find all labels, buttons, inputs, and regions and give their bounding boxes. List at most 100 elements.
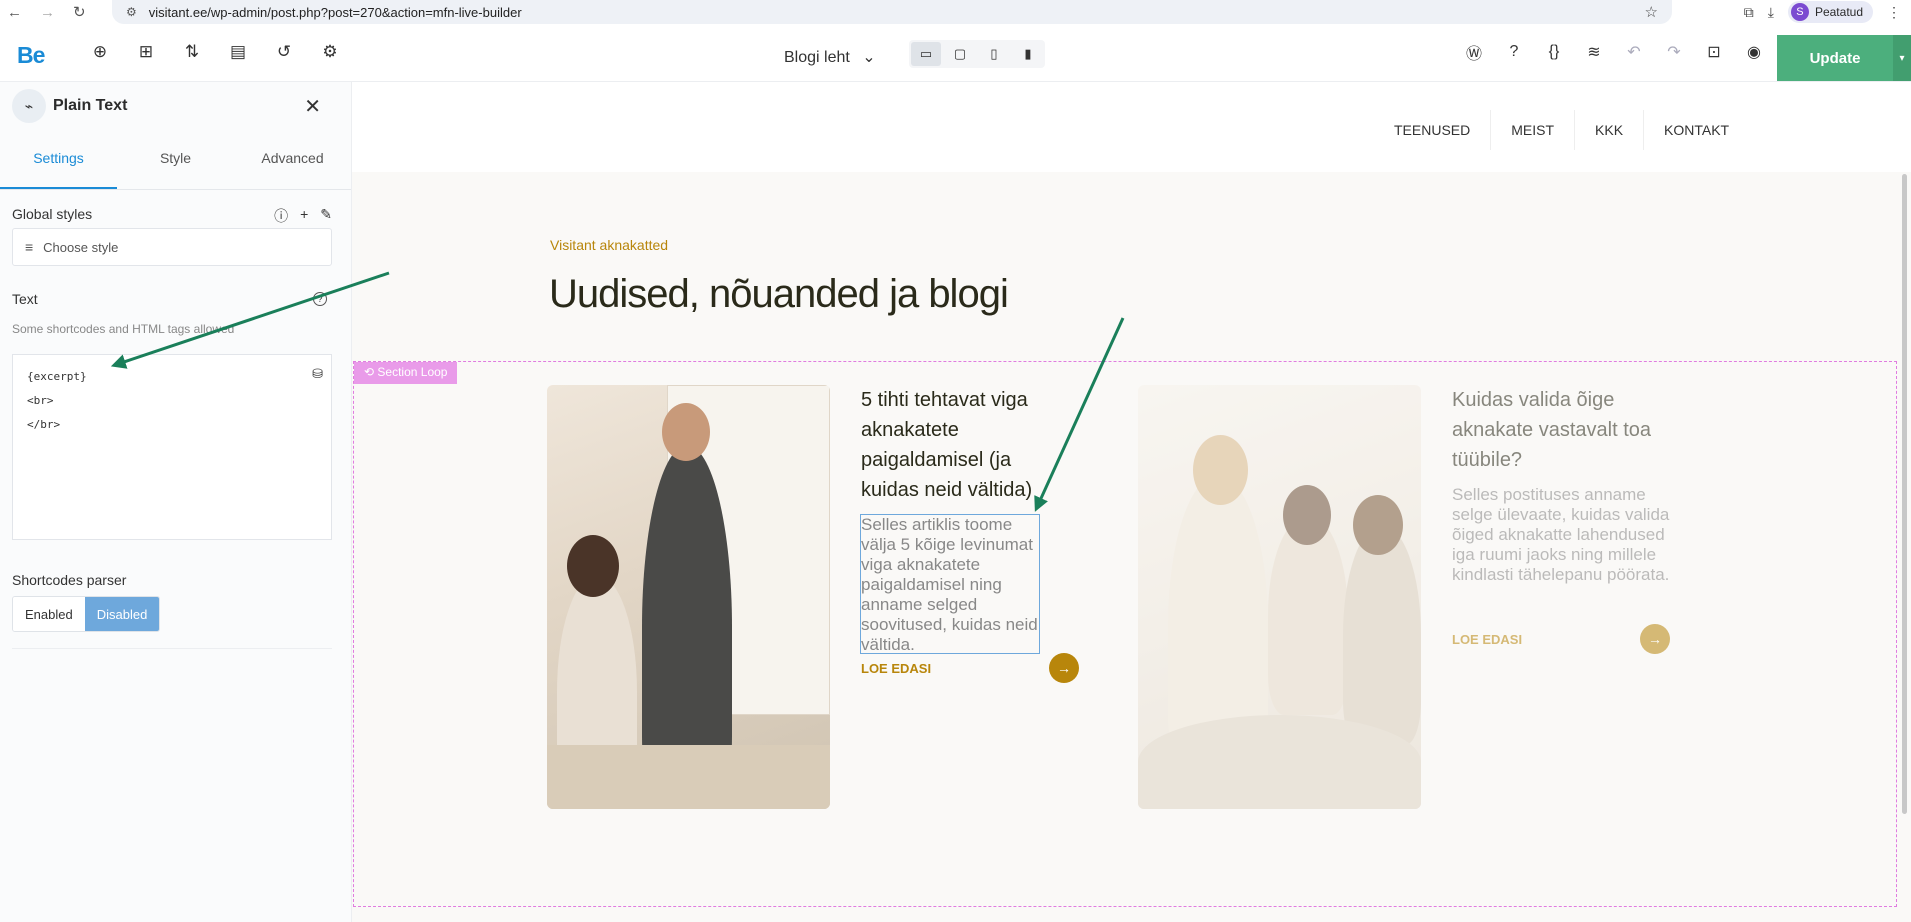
templates-icon[interactable]: ▤: [226, 40, 250, 64]
site-menu: TEENUSED MEIST KKK KONTAKT: [1374, 110, 1749, 150]
update-options-caret-icon[interactable]: ▾: [1893, 35, 1911, 81]
close-icon[interactable]: ✕: [304, 94, 321, 119]
desktop-view-icon[interactable]: ▭: [911, 42, 941, 66]
tab-advanced[interactable]: Advanced: [234, 130, 351, 189]
menu-item-kontakt[interactable]: KONTAKT: [1644, 110, 1749, 150]
browser-chrome: ← → ↻ ⚙ visitant.ee/wp-admin/post.php?po…: [0, 0, 1911, 25]
add-element-icon[interactable]: ⊕: [88, 40, 112, 64]
page-title: Uudised, nõuanded ja blogi: [549, 272, 1009, 316]
text-line: {excerpt}: [27, 370, 87, 383]
settings-gear-icon[interactable]: ⚙: [318, 40, 342, 64]
page-selector-label: Blogi leht: [784, 49, 850, 66]
profile-button[interactable]: S Peatatud: [1787, 1, 1873, 23]
bookmark-star-icon[interactable]: ☆: [1645, 3, 1658, 21]
download-icon[interactable]: ⤓: [1768, 4, 1774, 21]
shortcodes-parser-label: Shortcodes parser: [12, 572, 127, 588]
section-eyebrow: Visitant aknakatted: [550, 237, 669, 253]
global-styles-label: Global styles: [12, 206, 93, 222]
address-bar[interactable]: ⚙ visitant.ee/wp-admin/post.php?post=270…: [112, 0, 1672, 24]
redo-icon[interactable]: ↷: [1662, 40, 1686, 64]
page-selector[interactable]: Blogi leht ⌄: [784, 47, 876, 67]
plus-icon[interactable]: +: [300, 206, 308, 226]
export-icon[interactable]: ⊡: [1702, 40, 1726, 64]
panel-title: Plain Text: [53, 97, 128, 114]
read-more-link[interactable]: LOE EDASI: [1452, 632, 1522, 647]
site-info-icon[interactable]: ⚙: [126, 5, 137, 19]
tab-style[interactable]: Style: [117, 130, 234, 189]
extensions-icon[interactable]: ⧉: [1744, 4, 1754, 21]
text-line: </br>: [27, 418, 61, 431]
choose-style-select[interactable]: ≡ Choose style: [12, 228, 332, 266]
woman-head: [567, 535, 619, 597]
loop-icon: ⟲: [364, 365, 375, 379]
fabric-samples: [547, 745, 830, 809]
post-image[interactable]: [547, 385, 830, 809]
laptop-view-icon[interactable]: ▢: [945, 42, 975, 66]
avatar: S: [1790, 3, 1809, 21]
man-figure: [1343, 525, 1421, 745]
info-icon[interactable]: ?: [313, 292, 327, 306]
arrow-right-icon[interactable]: →: [1049, 653, 1079, 683]
builder-logo[interactable]: Be: [17, 42, 45, 69]
choose-style-placeholder: Choose style: [43, 239, 119, 255]
divider: [12, 648, 332, 649]
shortcodes-parser-toggle: Enabled Disabled: [12, 596, 161, 632]
builder-toolbar: Be ⊕ ⊞ ⇅ ▤ ↺ ⚙ Blogi leht ⌄ ▭ ▢ ▯ ▮ Ⓦ ? …: [0, 25, 1911, 82]
wordpress-icon[interactable]: Ⓦ: [1462, 40, 1486, 64]
undo-icon[interactable]: ↶: [1622, 40, 1646, 64]
list-icon: ≡: [25, 239, 34, 255]
text-content-textarea[interactable]: {excerpt} <br> </br> ⛁: [12, 354, 332, 540]
tab-settings[interactable]: Settings: [0, 130, 117, 189]
selected-element-outline: [860, 514, 1040, 654]
text-field-label: Text: [12, 291, 38, 307]
plain-text-icon: ⌁: [12, 89, 46, 123]
edit-style-icon[interactable]: ✎: [320, 206, 332, 226]
woman-head: [1193, 435, 1248, 505]
url-text: visitant.ee/wp-admin/post.php?post=270&a…: [148, 4, 522, 20]
post-excerpt[interactable]: Selles postituses anname selge ülevaate,…: [1452, 485, 1670, 585]
preview-eye-icon[interactable]: ◉: [1742, 40, 1766, 64]
tablet-view-icon[interactable]: ▯: [979, 42, 1009, 66]
code-icon[interactable]: {}: [1542, 40, 1566, 64]
browser-menu-icon[interactable]: ⋮: [1887, 4, 1901, 21]
live-canvas: TEENUSED MEIST KKK KONTAKT Visitant akna…: [352, 82, 1911, 922]
back-icon[interactable]: ←: [7, 5, 22, 20]
update-button[interactable]: Update: [1777, 35, 1893, 81]
text-hint: Some shortcodes and HTML tags allowed: [12, 322, 235, 336]
device-switcher: ▭ ▢ ▯ ▮: [909, 40, 1045, 68]
chevron-down-icon: ⌄: [862, 49, 876, 66]
man-head: [662, 403, 710, 461]
post-image[interactable]: [1138, 385, 1421, 809]
help-icon[interactable]: ?: [1502, 40, 1526, 64]
section-loop-label: Section Loop: [377, 365, 448, 379]
menu-item-teenused[interactable]: TEENUSED: [1374, 110, 1492, 150]
profile-label: Peatatud: [1814, 5, 1863, 19]
text-line: <br>: [27, 394, 54, 407]
add-section-icon[interactable]: ⊞: [134, 40, 158, 64]
menu-item-meist[interactable]: MEIST: [1491, 110, 1576, 150]
shortcodes-disabled-option[interactable]: Disabled: [84, 597, 160, 631]
reload-icon[interactable]: ↻: [73, 5, 86, 20]
shortcodes-enabled-option[interactable]: Enabled: [13, 597, 85, 631]
woman-figure: [1268, 515, 1348, 715]
history-icon[interactable]: ↺: [272, 40, 296, 64]
table-shape: [1138, 715, 1421, 809]
help-circle-icon[interactable]: ⓘ: [274, 206, 288, 226]
woman-head: [1283, 485, 1331, 545]
site-header: TEENUSED MEIST KKK KONTAKT: [352, 82, 1911, 172]
arrow-right-icon[interactable]: →: [1640, 624, 1670, 654]
scrollbar[interactable]: [1902, 174, 1907, 814]
post-title[interactable]: Kuidas valida õige aknakate vastavalt to…: [1452, 385, 1667, 475]
man-head: [1353, 495, 1403, 555]
dynamic-data-icon[interactable]: ⛁: [312, 363, 323, 387]
post-title[interactable]: 5 tihti tehtavat viga aknakatete paigald…: [861, 385, 1051, 505]
element-settings-panel: ⌁ Plain Text ✕ Settings Style Advanced G…: [0, 82, 352, 922]
sort-icon[interactable]: ⇅: [180, 40, 204, 64]
mobile-view-icon[interactable]: ▮: [1013, 42, 1043, 66]
menu-item-kkk[interactable]: KKK: [1575, 110, 1645, 150]
layers-icon[interactable]: ≋: [1582, 40, 1606, 64]
panel-tabs: Settings Style Advanced: [0, 130, 351, 190]
forward-icon[interactable]: →: [40, 5, 55, 20]
section-loop-tag[interactable]: ⟲ Section Loop: [354, 362, 458, 384]
read-more-link[interactable]: LOE EDASI: [861, 661, 931, 676]
